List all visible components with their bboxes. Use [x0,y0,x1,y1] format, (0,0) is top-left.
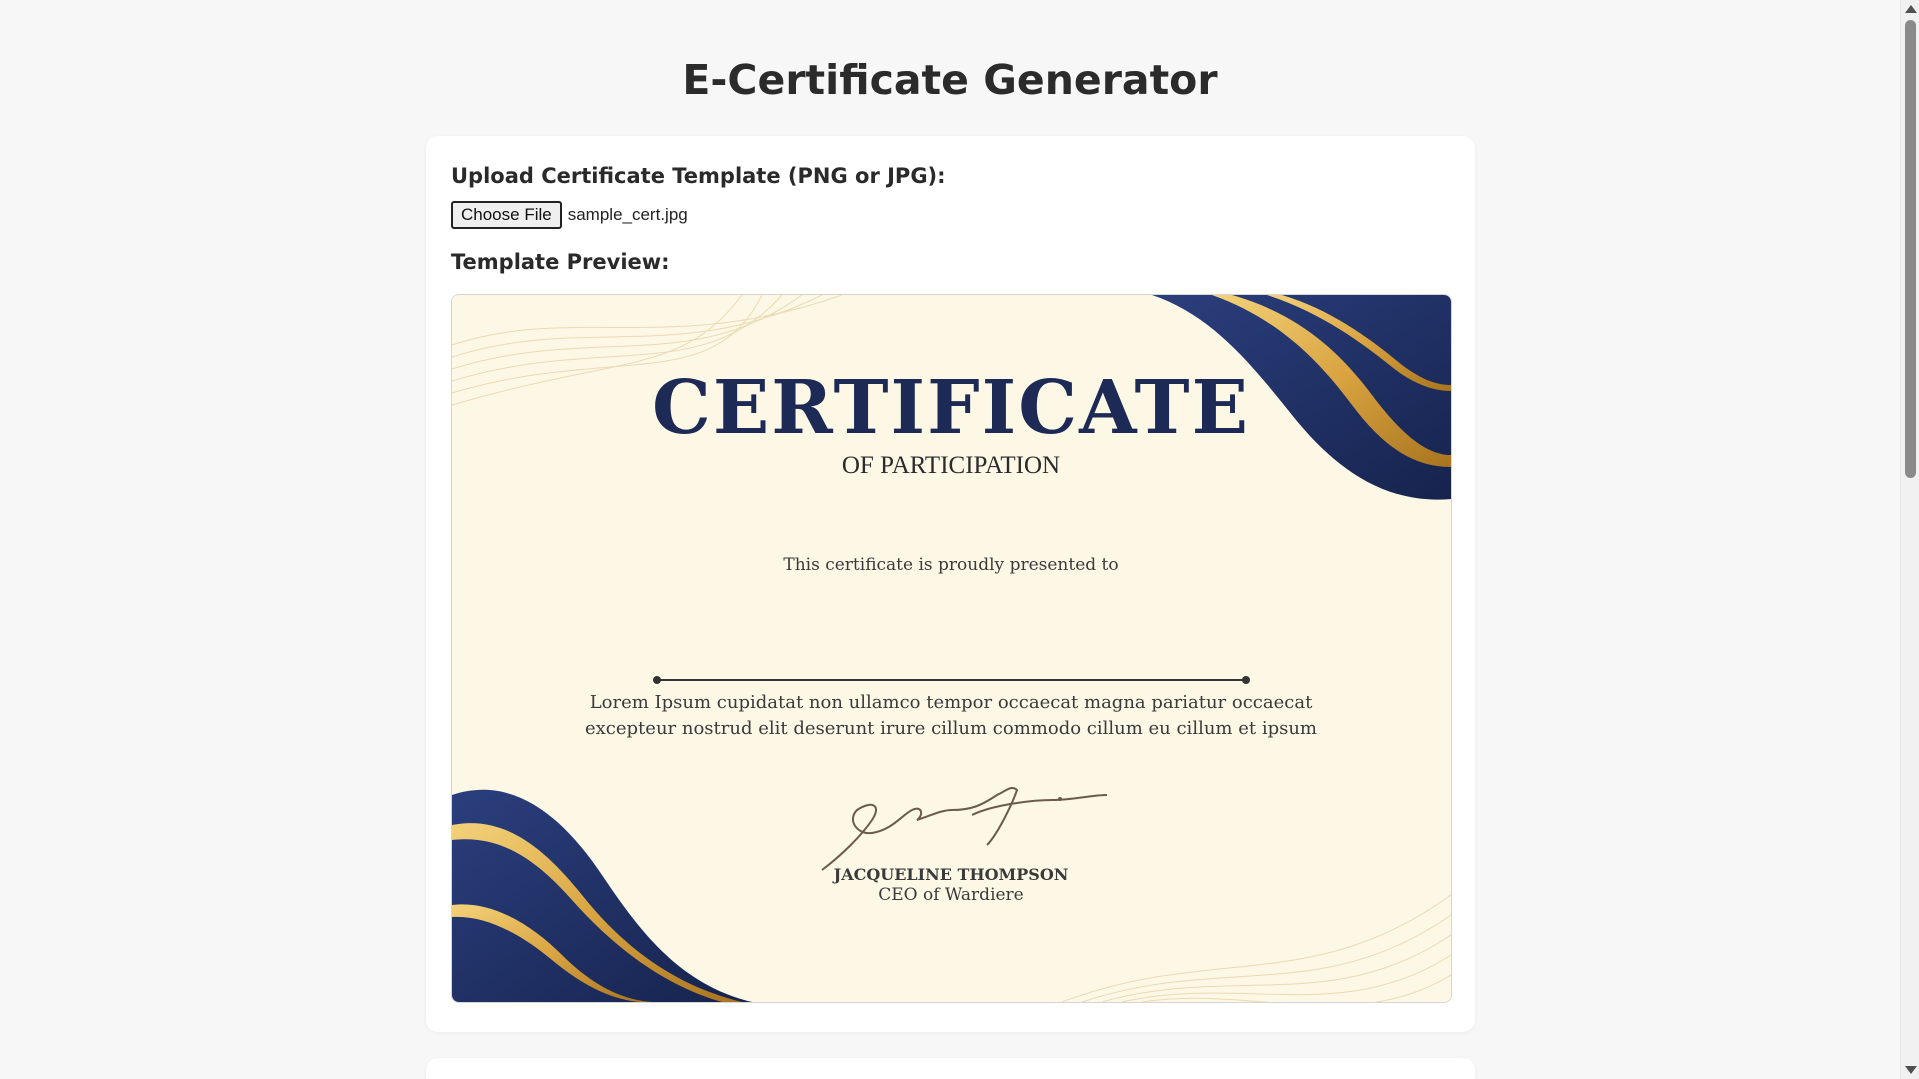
page-title: E-Certificate Generator [682,56,1218,104]
selected-file-name: sample_cert.jpg [567,205,688,224]
scroll-down-arrow-icon[interactable] [1905,1066,1917,1074]
choose-file-button[interactable]: Choose File [451,201,562,229]
certificate-image: CERTIFICATE OF PARTICIPATION This certif… [452,295,1451,1002]
certificate-title: CERTIFICATE [652,365,1250,451]
body-line-2: excepteur nostrud elit deserunt irure ci… [585,718,1317,739]
next-card [426,1058,1475,1079]
presented-to-text: This certificate is proudly presented to [783,555,1118,575]
certificate-subtitle: OF PARTICIPATION [842,452,1060,479]
signer-title: CEO of Wardiere [878,885,1024,905]
upload-card: Upload Certificate Template (PNG or JPG)… [426,136,1475,1032]
scroll-up-arrow-icon[interactable] [1905,5,1917,13]
signer-name: JACQUELINE THOMPSON [832,865,1069,884]
scrollbar-thumb[interactable] [1905,20,1916,478]
upload-label: Upload Certificate Template (PNG or JPG)… [451,164,946,188]
body-line-1: Lorem Ipsum cupidatat non ullamco tempor… [590,692,1313,713]
page: E-Certificate Generator Upload Certifica… [0,0,1900,1079]
file-input[interactable]: Choose File sample_cert.jpg [451,201,688,229]
vertical-scrollbar[interactable] [1900,0,1919,1079]
template-preview-image: CERTIFICATE OF PARTICIPATION This certif… [451,294,1452,1003]
preview-label: Template Preview: [451,250,670,274]
